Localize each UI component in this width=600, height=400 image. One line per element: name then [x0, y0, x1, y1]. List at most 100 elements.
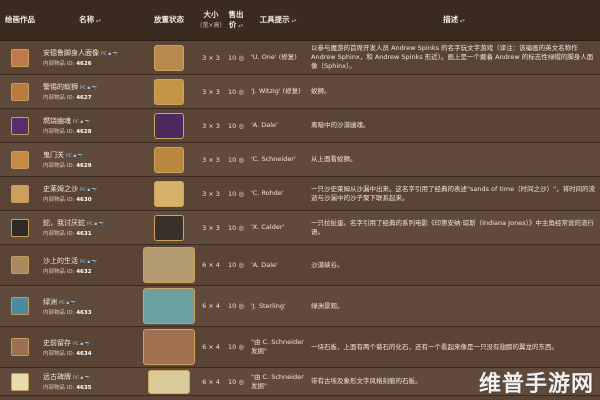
- painting-name[interactable]: 安德鲁脚身人面像 PC ▪ 📷: [43, 48, 137, 58]
- painting-name[interactable]: 远古碑牌 PC ▪ 📷: [43, 372, 137, 382]
- platform-tag: PC ▪ 📷: [73, 120, 91, 125]
- painting-name-cell: 远古碑牌 PC ▪ 📷 内部物品 ID: 4635: [40, 367, 140, 396]
- size-cell: 3 × 3: [198, 74, 224, 109]
- painting-thumbnail-cell: [0, 74, 40, 109]
- painting-name[interactable]: 绿洲 PC ▪ 📷: [43, 297, 137, 307]
- tooltip-cell: "由 C. Schneider 发掘": [248, 326, 308, 368]
- painting-thumbnail[interactable]: [11, 256, 29, 274]
- painting-thumbnail-cell: [0, 210, 40, 245]
- painting-thumbnail[interactable]: [11, 116, 29, 135]
- coin-icon: ◎: [238, 261, 245, 269]
- painting-thumbnail[interactable]: [11, 150, 29, 169]
- placed-painting-image: [154, 112, 184, 139]
- table-row: 警惕的蚁狮 PC ▪ 📷 内部物品 ID: 4627 3 × 3 10 ◎ 'J. Wit…: [0, 74, 600, 109]
- coin-icon: ◎: [238, 302, 245, 310]
- col-header-image[interactable]: 绘画作品: [0, 0, 40, 41]
- internal-id: 内部物品 ID: 4634: [43, 350, 92, 357]
- col-header-price[interactable]: 售出价: [224, 0, 248, 41]
- painting-thumbnail-cell: [0, 142, 40, 177]
- col-header-placed[interactable]: 放置状态: [140, 0, 198, 41]
- internal-id: 内部物品 ID: 4628: [43, 129, 92, 135]
- col-header-size[interactable]: 大小 (宽×高): [198, 0, 224, 41]
- tooltip-cell: 'C. Rohde': [248, 176, 308, 211]
- internal-id: 内部物品 ID: 4631: [43, 231, 92, 237]
- tooltip-cell: 'X. Calder': [248, 210, 308, 245]
- tooltip-cell: 'C. Schneider': [248, 142, 308, 177]
- platform-tag: PC ▪ 📷: [59, 300, 77, 306]
- painting-name[interactable]: 鬼门关 PC ▪ 📷: [43, 150, 137, 160]
- col-header-desc[interactable]: 描述: [308, 0, 600, 41]
- coin-icon: ◎: [238, 343, 245, 351]
- description-cell: 从上面看蚁狮。: [308, 142, 600, 177]
- description-cell: 离暗中的沙漠幽魂。: [308, 108, 600, 143]
- col-header-name[interactable]: 名称: [40, 0, 140, 41]
- tooltip-cell: 'J. Witzig' (修复): [248, 74, 308, 109]
- painting-name[interactable]: 沙上的生活 PC ▪ 📷: [43, 256, 137, 266]
- placed-painting-image: [154, 146, 184, 173]
- placed-painting-image: [154, 44, 184, 71]
- painting-name-cell: 沙上的生活 PC ▪ 📷 内部物品 ID: 4632: [40, 244, 140, 286]
- painting-thumbnail[interactable]: [11, 297, 29, 315]
- coin-icon: ◎: [238, 121, 245, 130]
- platform-tag: PC ▪ 📷: [87, 222, 105, 227]
- painting-name[interactable]: 史前留存 PC ▪ 📷: [43, 338, 137, 348]
- tooltip-cell: 'J. Sterling': [248, 285, 308, 327]
- platform-tag: PC ▪ 📷: [73, 376, 91, 381]
- painting-thumbnail[interactable]: [11, 338, 29, 356]
- painting-thumbnail[interactable]: [11, 372, 29, 391]
- table-row: 鬼门关 PC ▪ 📷 内部物品 ID: 4629 3 × 3 10 ◎ 'C. Schne…: [0, 142, 600, 177]
- col-header-tooltip[interactable]: 工具提示: [248, 0, 308, 41]
- description-cell: 一只沙史莱姆从沙漏中出来。这名字引用了经典的表述"sands of time（时…: [308, 176, 600, 211]
- painting-name[interactable]: 史莱姆之沙 PC ▪ 📷: [43, 184, 137, 194]
- painting-thumbnail-cell: [0, 326, 40, 368]
- price-cell: 10 ◎: [224, 285, 248, 327]
- description-cell: 一只拉扯蛋。名字引用了经典的系列电影《印第安纳·琼斯（Indiana Jones…: [308, 210, 600, 245]
- painting-thumbnail[interactable]: [11, 48, 29, 67]
- painting-name[interactable]: 警惕的蚁狮 PC ▪ 📷: [43, 82, 137, 92]
- painting-name-cell: 蛇，我讨厌蛇 PC ▪ 📷 内部物品 ID: 4631: [40, 210, 140, 245]
- painting-name-cell: 史前留存 PC ▪ 📷 内部物品 ID: 4634: [40, 326, 140, 368]
- size-cell: 3 × 3: [198, 40, 224, 75]
- table-row: 安德鲁脚身人面像 PC ▪ 📷 内部物品 ID: 4626 3 × 3 10 ◎ 'U. …: [0, 40, 600, 75]
- painting-thumbnail-cell: [0, 244, 40, 286]
- coin-icon: ◎: [238, 223, 245, 232]
- tooltip-cell: "由 C. Schneider 发掘": [248, 367, 308, 396]
- placed-image-cell: [140, 142, 198, 177]
- table-row: 史前留存 PC ▪ 📷 内部物品 ID: 4634 6 × 4 10 ◎ "由 C. Sc…: [0, 326, 600, 368]
- watermark-logo: 维普手游网: [478, 372, 594, 397]
- painting-name[interactable]: 蛇，我讨厌蛇 PC ▪ 📷: [43, 218, 137, 228]
- painting-name[interactable]: 燃烧幽魂 PC ▪ 📷: [43, 116, 137, 126]
- platform-tag: PC ▪ 📷: [101, 52, 119, 57]
- platform-tag: PC ▪ 📷: [73, 341, 91, 347]
- size-cell: 6 × 4: [198, 285, 224, 327]
- size-cell: 6 × 4: [198, 367, 224, 396]
- description-cell: 一块石板，上面有两个菊石的化石，还有一个看起来像是一只没有翅膀的翼龙的东西。: [308, 326, 600, 368]
- coin-icon: ◎: [238, 53, 245, 62]
- paintings-table: 绘画作品 名称 放置状态 大小(宽×高) 售出价 工具提示 描述 安德鲁脚身人面…: [0, 0, 600, 396]
- painting-thumbnail-cell: [0, 285, 40, 327]
- painting-thumbnail[interactable]: [11, 218, 29, 237]
- painting-name-cell: 绿洲 PC ▪ 📷 内部物品 ID: 4633: [40, 285, 140, 327]
- placed-image-cell: [140, 74, 198, 109]
- size-cell: 3 × 3: [198, 210, 224, 245]
- painting-thumbnail[interactable]: [11, 82, 29, 101]
- tooltip-cell: 'A. Dale': [248, 108, 308, 143]
- internal-id: 内部物品 ID: 4629: [43, 163, 92, 169]
- coin-icon: ◎: [238, 87, 245, 96]
- table-row: 蛇，我讨厌蛇 PC ▪ 📷 内部物品 ID: 4631 3 × 3 10 ◎ 'X. Ca…: [0, 210, 600, 245]
- platform-tag: PC ▪ 📷: [80, 188, 98, 193]
- description-cell: 沙漠峡谷。: [308, 244, 600, 286]
- placed-image-cell: [140, 367, 198, 396]
- internal-id: 内部物品 ID: 4627: [43, 95, 92, 101]
- placed-image-cell: [140, 210, 198, 245]
- price-cell: 10 ◎: [224, 142, 248, 177]
- painting-name-cell: 鬼门关 PC ▪ 📷 内部物品 ID: 4629: [40, 142, 140, 177]
- internal-id: 内部物品 ID: 4626: [43, 61, 92, 67]
- description-cell: 绿洲景观。: [308, 285, 600, 327]
- placed-image-cell: [140, 244, 198, 286]
- painting-thumbnail[interactable]: [11, 184, 29, 203]
- price-cell: 10 ◎: [224, 40, 248, 75]
- painting-thumbnail-cell: [0, 40, 40, 75]
- placed-painting-image: [148, 369, 190, 394]
- painting-thumbnail-cell: [0, 176, 40, 211]
